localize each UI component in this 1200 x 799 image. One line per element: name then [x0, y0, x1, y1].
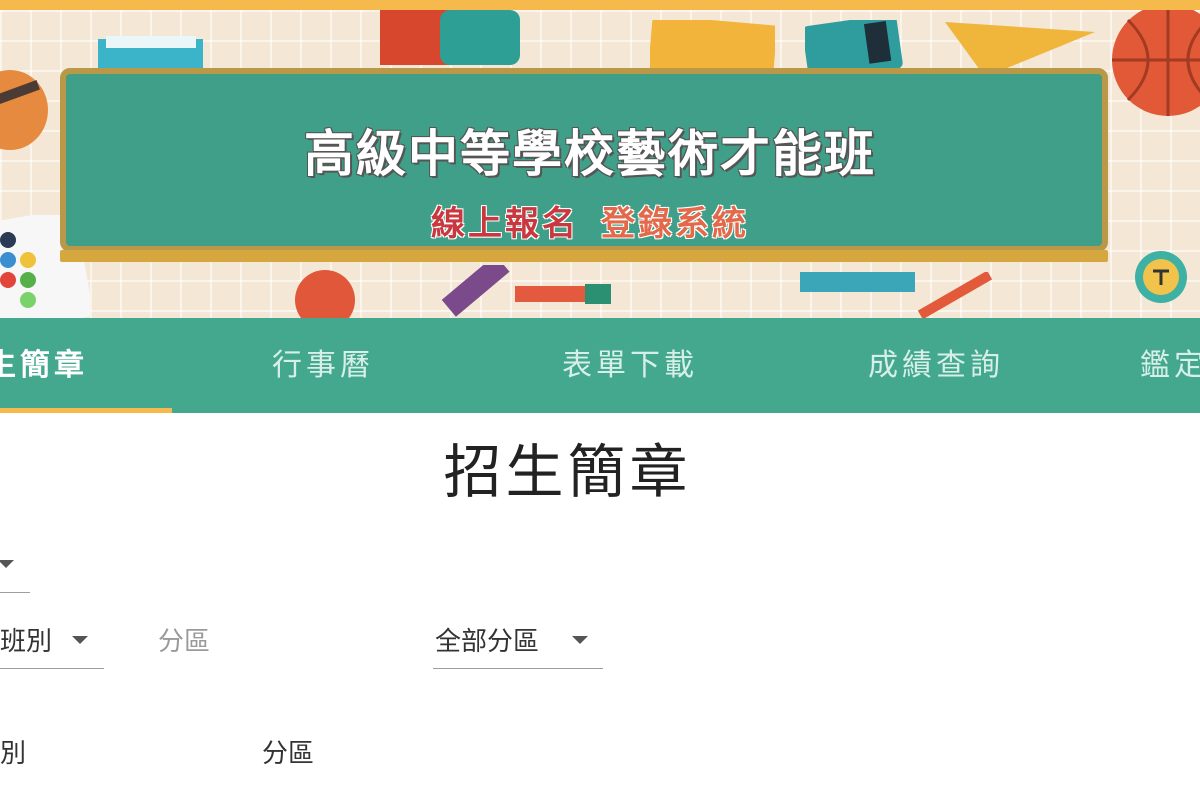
- chevron-down-icon[interactable]: [572, 636, 588, 644]
- region-label: 分區: [158, 627, 211, 657]
- class-select-value[interactable]: 班別: [0, 621, 52, 658]
- banner-subtitle: 線上報名 登錄系統: [66, 196, 1114, 245]
- nav-tab-calendar[interactable]: 行事曆: [272, 318, 374, 413]
- ruler-icon: [800, 272, 915, 292]
- region-select-underline: [433, 668, 603, 669]
- header-banner: 高級中等學校藝術才能班 線上報名 登錄系統: [0, 10, 1200, 318]
- banner-subtitle-system: 登錄系統: [601, 204, 749, 244]
- page-title: 招生簡章: [443, 438, 692, 506]
- table-header-class: 別: [0, 739, 27, 769]
- chalkboard-ledge: [60, 250, 1108, 262]
- alarm-clock-icon: [1135, 251, 1187, 303]
- marker-icon: [515, 284, 611, 304]
- chevron-down-icon[interactable]: [0, 560, 14, 568]
- nav-tab-assessment[interactable]: 鑑定: [1140, 318, 1200, 413]
- year-select-underline: [0, 592, 30, 593]
- guitar-icon: [0, 70, 48, 150]
- ping-pong-paddle-icon: [295, 270, 355, 318]
- chalkboard: 高級中等學校藝術才能班 線上報名 登錄系統: [60, 68, 1108, 252]
- backpack-icon: [380, 10, 520, 65]
- top-accent-bar: [0, 0, 1200, 10]
- calculator-icon: [805, 20, 903, 75]
- main-nav: 生簡章 行事曆 表單下載 成績查詢 鑑定: [0, 318, 1200, 413]
- banner-title: 高級中等學校藝術才能班: [304, 125, 876, 183]
- nav-tab-score-query[interactable]: 成績查詢: [868, 318, 1004, 413]
- pencil-icon: [917, 272, 993, 318]
- basketball-icon: [1112, 10, 1200, 116]
- region-select-value[interactable]: 全部分區: [435, 621, 539, 658]
- class-select-underline: [0, 668, 104, 669]
- chevron-down-icon[interactable]: [72, 636, 88, 644]
- nav-tab-admission-guide[interactable]: 生簡章: [0, 318, 88, 413]
- nav-tab-form-download[interactable]: 表單下載: [562, 318, 698, 413]
- banner-subtitle-online-registration: 線上報名: [431, 204, 579, 244]
- active-tab-indicator: [0, 408, 172, 413]
- ruler-icon: [441, 265, 510, 317]
- table-header-region: 分區: [262, 739, 315, 769]
